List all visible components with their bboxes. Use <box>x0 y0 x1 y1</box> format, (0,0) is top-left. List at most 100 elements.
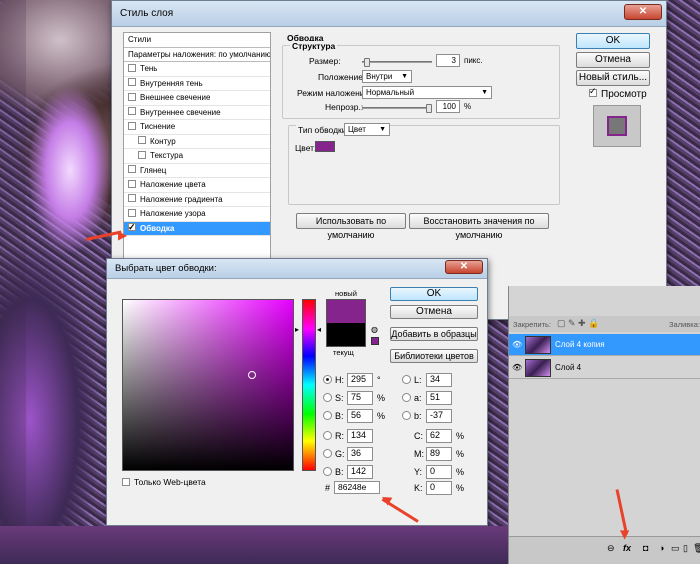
adjustment-icon[interactable]: ◑ <box>659 543 664 553</box>
style-item[interactable]: Контур <box>124 135 270 149</box>
web-only-toggle[interactable]: Только Web-цвета <box>122 477 206 487</box>
cancel-button[interactable]: Отмена <box>576 52 650 68</box>
input-y[interactable]: 0 <box>426 465 452 479</box>
size-slider[interactable] <box>362 58 432 67</box>
style-item-checkbox[interactable] <box>138 136 146 145</box>
style-item[interactable]: Текстура <box>124 149 270 164</box>
style-item[interactable]: Внешнее свечение <box>124 91 270 106</box>
preview-checkbox[interactable] <box>589 86 597 98</box>
radio-s[interactable] <box>323 393 332 402</box>
input-b[interactable]: 142 <box>347 465 373 479</box>
preview-toggle[interactable]: Просмотр <box>589 86 647 100</box>
radio-r[interactable] <box>323 431 332 440</box>
use-default-button[interactable]: Использовать по умолчанию <box>296 213 406 240</box>
style-item[interactable]: Наложение градиента <box>124 193 270 207</box>
opacity-input[interactable]: 100 <box>436 100 460 113</box>
eye-icon[interactable]: 👁 <box>512 363 522 372</box>
layer-row[interactable]: 👁 Слой 4 <box>509 357 700 379</box>
position-select[interactable]: Внутри ▼ <box>362 70 412 83</box>
radio-b[interactable] <box>323 467 332 476</box>
web-only-checkbox[interactable] <box>122 477 130 486</box>
current-color-swatch[interactable] <box>326 323 366 347</box>
input-r[interactable]: 134 <box>347 429 373 443</box>
new-style-button[interactable]: Новый стиль... <box>576 70 650 86</box>
new-layer-icon[interactable]: ▯ <box>683 543 688 554</box>
ok-button[interactable]: OK <box>576 33 650 49</box>
style-item[interactable]: Глянец <box>124 164 270 178</box>
color-field[interactable] <box>122 299 294 471</box>
styles-header[interactable]: Стили <box>124 33 270 48</box>
add-swatch-button[interactable]: Добавить в образцы <box>390 327 478 341</box>
blend-mode-select[interactable]: Нормальный ▼ <box>362 86 492 99</box>
style-item-checkbox[interactable] <box>128 107 136 116</box>
lock-icons[interactable]: ▢ ✎ ✚ 🔒 <box>557 318 599 329</box>
chevron-down-icon: ▼ <box>379 126 386 133</box>
label-y: Y: <box>414 467 423 477</box>
fill-type-select[interactable]: Цвет ▼ <box>344 123 390 136</box>
style-item-checkbox[interactable] <box>128 208 136 217</box>
folder-icon[interactable]: ▭ <box>671 543 680 554</box>
style-item-checkbox[interactable] <box>128 179 136 188</box>
radio-g[interactable] <box>323 449 332 458</box>
input-b[interactable]: -37 <box>426 409 452 423</box>
input-h[interactable]: 295 <box>347 373 373 387</box>
picker-ok-button[interactable]: OK <box>390 287 478 301</box>
style-item-checkbox[interactable] <box>138 150 146 159</box>
style-item[interactable]: Наложение узора <box>124 207 270 222</box>
hue-slider[interactable] <box>302 299 316 471</box>
stroke-color-swatch[interactable] <box>315 141 335 152</box>
color-field-cursor[interactable] <box>248 371 256 379</box>
radio-h[interactable] <box>323 375 332 384</box>
style-item-checkbox[interactable] <box>128 194 136 203</box>
fx-icon[interactable]: fx <box>623 543 631 553</box>
input-c[interactable]: 62 <box>426 429 452 443</box>
mask-icon[interactable]: ◘ <box>643 543 648 553</box>
style-item-checkbox[interactable] <box>128 92 136 101</box>
style-item-checkbox[interactable] <box>128 78 136 87</box>
style-item[interactable]: Внутреннее свечение <box>124 106 270 120</box>
input-k[interactable]: 0 <box>426 481 452 495</box>
input-m[interactable]: 89 <box>426 447 452 461</box>
input-s[interactable]: 75 <box>347 391 373 405</box>
style-item-checkbox[interactable] <box>128 121 136 130</box>
opacity-slider[interactable] <box>362 104 432 113</box>
style-item[interactable]: Наложение цвета <box>124 178 270 193</box>
chevron-down-icon: ▼ <box>481 89 488 96</box>
picker-cancel-button[interactable]: Отмена <box>390 305 478 319</box>
close-button[interactable]: ✕ <box>624 4 662 20</box>
style-item[interactable]: Внутренняя тень <box>124 77 270 91</box>
input-bv[interactable]: 56 <box>347 409 373 423</box>
style-item-checkbox[interactable] <box>128 165 136 174</box>
annotation-arrowhead-stroke: ▶ <box>118 228 128 242</box>
size-input[interactable]: 3 <box>436 54 460 67</box>
size-slider-thumb[interactable] <box>364 58 370 67</box>
input-l[interactable]: 34 <box>426 373 452 387</box>
gamut-warning-icon[interactable]: ◍ <box>371 325 378 334</box>
input-a[interactable]: 51 <box>426 391 452 405</box>
style-item-checkbox[interactable] <box>128 63 136 72</box>
preview-thumbnail <box>593 105 641 147</box>
web-safe-swatch[interactable] <box>371 337 379 345</box>
style-item-checkbox[interactable] <box>128 222 136 235</box>
hex-input[interactable]: 86248e <box>334 481 380 494</box>
label-b: b: <box>414 411 422 421</box>
radio-b[interactable] <box>402 411 411 420</box>
radio-a[interactable] <box>402 393 411 402</box>
style-item[interactable]: Тиснение <box>124 120 270 135</box>
radio-l[interactable] <box>402 375 411 384</box>
input-g[interactable]: 36 <box>347 447 373 461</box>
link-icon[interactable]: ⊖ <box>607 543 615 554</box>
label-c: C: <box>414 431 423 441</box>
opacity-slider-thumb[interactable] <box>426 104 432 113</box>
style-item[interactable]: Тень <box>124 62 270 77</box>
style-item[interactable]: Обводка <box>124 221 270 236</box>
eye-icon[interactable]: 👁 <box>512 340 522 349</box>
reset-default-button[interactable]: Восстановить значения по умолчанию <box>409 213 549 240</box>
radio-bv[interactable] <box>323 411 332 420</box>
color-libraries-button[interactable]: Библиотеки цветов <box>390 349 478 363</box>
unit-s: % <box>377 393 386 403</box>
picker-close-button[interactable]: ✕ <box>445 260 483 274</box>
trash-icon[interactable]: 🗑 <box>693 543 700 554</box>
layer-row[interactable]: 👁 Слой 4 копия <box>509 334 700 356</box>
blend-defaults[interactable]: Параметры наложения: по умолчанию <box>124 48 270 62</box>
